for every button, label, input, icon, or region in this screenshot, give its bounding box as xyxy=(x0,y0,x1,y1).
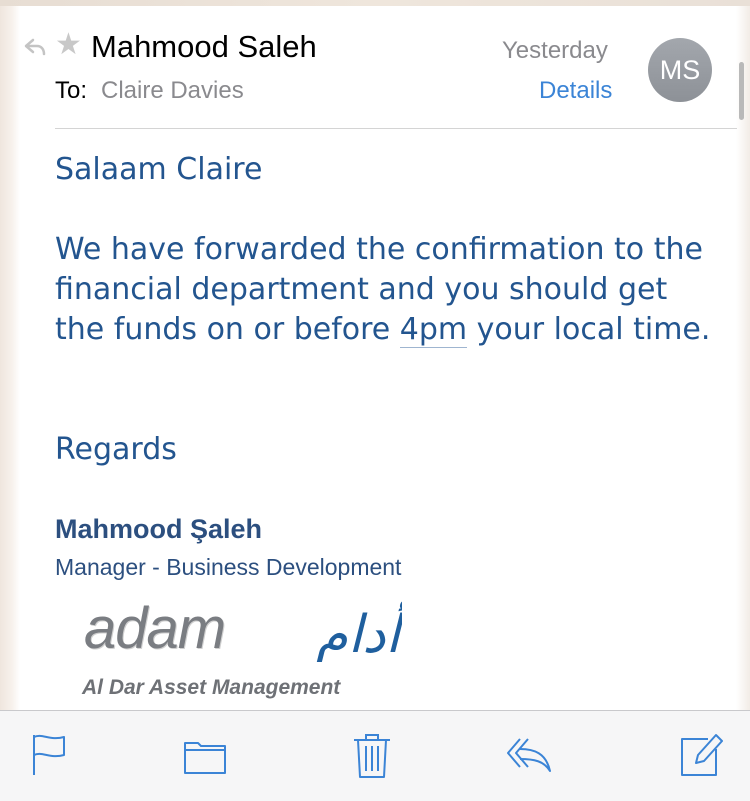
logo-arabic-text: أدام xyxy=(316,600,402,662)
trash-button[interactable] xyxy=(350,731,394,779)
compose-button[interactable] xyxy=(678,731,724,779)
header-divider xyxy=(55,128,737,129)
signature-name: Mahmood Şaleh xyxy=(55,514,263,544)
message-header: ★ Mahmood Saleh To: Claire Davies Yester… xyxy=(0,6,750,128)
flag-button[interactable] xyxy=(28,731,72,779)
logo-subtitle: Al Dar Asset Management xyxy=(82,676,341,699)
move-to-folder-button[interactable] xyxy=(182,731,228,779)
trash-icon xyxy=(354,734,390,778)
flag-icon xyxy=(33,734,65,775)
paragraph-text-end: your local time. xyxy=(467,312,711,347)
details-link[interactable]: Details xyxy=(539,76,612,106)
message-date: Yesterday xyxy=(502,37,608,64)
folder-icon xyxy=(184,742,226,774)
message-paragraph: We have forwarded the confirmation to th… xyxy=(55,230,715,350)
star-icon[interactable]: ★ xyxy=(55,28,82,62)
logo-latin-text: adam xyxy=(84,596,226,661)
compose-icon xyxy=(681,734,723,776)
logo-arabic-wordmark: أدام xyxy=(316,600,402,662)
to-label: To: xyxy=(55,77,88,104)
sender-name[interactable]: Mahmood Saleh xyxy=(91,28,317,66)
recipient-name[interactable]: Claire Davies xyxy=(101,76,244,106)
company-logo: adam أدام Al Dar Asset Management xyxy=(80,596,410,708)
reply-icon xyxy=(507,738,551,772)
signature-title: Manager - Business Development xyxy=(55,554,402,580)
bottom-toolbar xyxy=(0,710,750,801)
time-link[interactable]: 4pm xyxy=(399,312,468,348)
avatar[interactable]: MS xyxy=(648,38,712,102)
closing: Regards xyxy=(55,432,177,467)
replied-indicator-icon xyxy=(24,36,46,58)
reply-button[interactable] xyxy=(504,731,554,779)
greeting: Salaam Claire xyxy=(55,152,263,187)
